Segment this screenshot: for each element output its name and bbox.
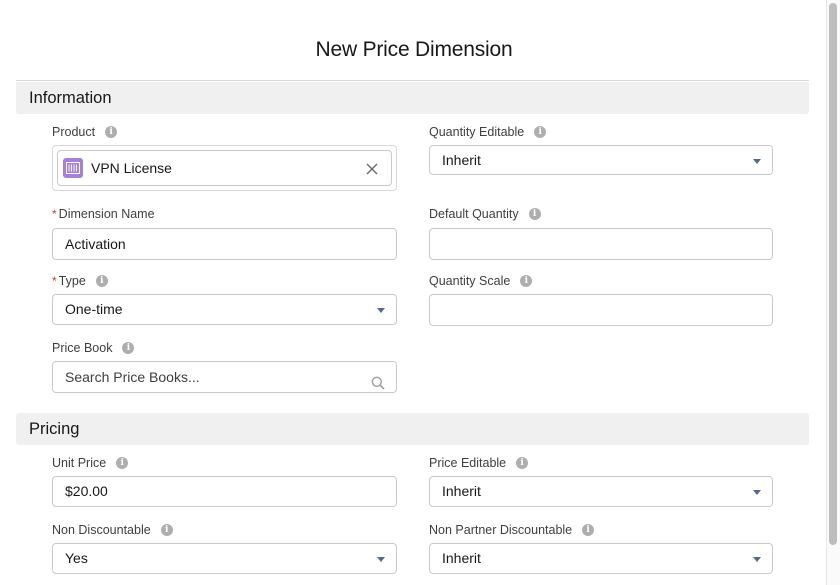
quantity-editable-label: Quantity Editable <box>429 125 525 139</box>
chevron-down-icon <box>753 159 761 164</box>
dimension-name-field: * Dimension Name Activation <box>52 206 397 260</box>
product-selected-pill[interactable]: VPN License <box>57 150 392 186</box>
quantity-scale-input[interactable] <box>429 294 773 326</box>
dimension-name-input[interactable]: Activation <box>52 228 397 260</box>
quantity-scale-label: Quantity Scale <box>429 274 511 288</box>
unit-price-field: Unit Price i $20.00 <box>52 455 397 507</box>
non-partner-discountable-label: Non Partner Discountable <box>429 523 573 537</box>
type-value: One-time <box>65 301 123 317</box>
quantity-scale-field: Quantity Scale i <box>429 273 773 326</box>
scrollbar-track[interactable] <box>826 0 840 585</box>
product-lookup: VPN License <box>52 145 397 191</box>
dimension-name-label: Dimension Name <box>58 207 155 221</box>
chevron-down-icon <box>377 557 385 562</box>
product-field: Product i VPN License <box>52 124 397 191</box>
default-quantity-field: Default Quantity i <box>429 206 773 260</box>
non-discountable-label: Non Discountable <box>52 523 151 537</box>
price-editable-select[interactable]: Inherit <box>429 476 773 507</box>
non-partner-discountable-value: Inherit <box>442 550 481 566</box>
close-icon[interactable] <box>366 162 378 175</box>
quantity-editable-field: Quantity Editable i Inherit <box>429 124 773 175</box>
info-icon[interactable]: i <box>105 126 118 138</box>
non-discountable-value: Yes <box>65 550 88 566</box>
info-icon[interactable]: i <box>95 275 108 287</box>
chevron-down-icon <box>377 308 385 313</box>
type-label: Type <box>58 274 86 288</box>
price-editable-label: Price Editable <box>429 456 507 470</box>
non-partner-discountable-field: Non Partner Discountable i Inherit <box>429 522 773 574</box>
info-icon[interactable]: i <box>528 208 541 220</box>
required-marker: * <box>52 274 57 288</box>
price-editable-field: Price Editable i Inherit <box>429 455 773 507</box>
info-icon[interactable]: i <box>520 275 533 287</box>
info-icon[interactable]: i <box>122 342 135 354</box>
chevron-down-icon <box>753 490 761 495</box>
quantity-editable-select[interactable]: Inherit <box>429 145 773 175</box>
search-icon <box>371 370 385 390</box>
dimension-name-value: Activation <box>65 236 126 252</box>
price-book-label: Price Book <box>52 341 113 355</box>
non-discountable-select[interactable]: Yes <box>52 543 397 574</box>
section-header-pricing[interactable]: Pricing <box>16 413 809 445</box>
product-label: Product <box>52 125 96 139</box>
price-editable-value: Inherit <box>442 483 481 499</box>
product-icon <box>63 158 83 178</box>
unit-price-label: Unit Price <box>52 456 107 470</box>
unit-price-input[interactable]: $20.00 <box>52 476 397 507</box>
modal-title: New Price Dimension <box>315 38 513 61</box>
new-price-dimension-modal: New Price Dimension Information Product … <box>0 0 828 585</box>
price-book-placeholder: Search Price Books... <box>65 369 200 385</box>
quantity-editable-value: Inherit <box>442 152 481 168</box>
unit-price-value: $20.00 <box>65 483 108 499</box>
info-icon[interactable]: i <box>534 126 547 138</box>
price-book-field: Price Book i Search Price Books... <box>52 340 397 393</box>
chevron-down-icon <box>753 557 761 562</box>
price-book-search-input[interactable]: Search Price Books... <box>52 361 397 393</box>
default-quantity-label: Default Quantity <box>429 207 519 221</box>
section-header-information[interactable]: Information <box>16 82 809 114</box>
info-icon[interactable]: i <box>116 457 129 469</box>
scrollbar-thumb[interactable] <box>829 3 837 545</box>
non-partner-discountable-select[interactable]: Inherit <box>429 543 773 574</box>
default-quantity-input[interactable] <box>429 228 773 260</box>
product-value: VPN License <box>91 160 172 176</box>
info-icon[interactable]: i <box>516 457 529 469</box>
type-select[interactable]: One-time <box>52 294 397 325</box>
type-field: * Type i One-time <box>52 273 397 325</box>
non-discountable-field: Non Discountable i Yes <box>52 522 397 574</box>
title-divider <box>16 80 809 81</box>
required-marker: * <box>52 207 57 221</box>
info-icon[interactable]: i <box>160 524 173 536</box>
info-icon[interactable]: i <box>582 524 595 536</box>
